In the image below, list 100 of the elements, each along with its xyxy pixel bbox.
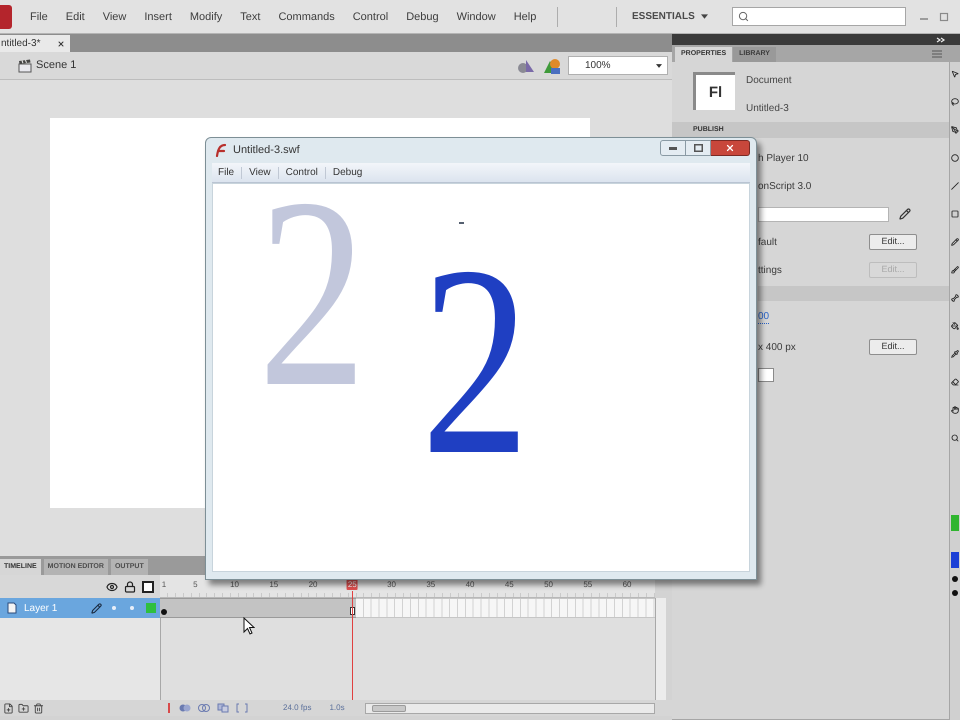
frame-number: 35 bbox=[425, 579, 436, 590]
folder-icon[interactable] bbox=[18, 702, 29, 714]
elapsed-time-label: 1.0s bbox=[329, 702, 345, 714]
digit-glyph: 2 bbox=[421, 266, 530, 456]
workspace-switcher[interactable]: ESSENTIALS bbox=[630, 6, 712, 26]
search-icon bbox=[738, 11, 749, 22]
minimize-button[interactable] bbox=[660, 140, 686, 156]
menu-item[interactable]: File bbox=[218, 165, 234, 180]
maximize-button[interactable] bbox=[686, 140, 711, 156]
digit-glyph: 2 bbox=[258, 198, 367, 388]
hot-text-value[interactable]: 00 bbox=[758, 310, 770, 324]
stacked-squares-icon[interactable] bbox=[217, 703, 229, 713]
new-layer-icon[interactable] bbox=[3, 702, 14, 714]
property-value: ttings bbox=[758, 264, 782, 278]
bone-icon[interactable] bbox=[951, 294, 959, 302]
menu-item[interactable]: Edit bbox=[66, 10, 85, 24]
shapes-icon[interactable] bbox=[517, 58, 535, 74]
file-type-label: Fl bbox=[708, 85, 722, 100]
menu-item[interactable]: View bbox=[102, 10, 126, 24]
arrow-pointer-icon[interactable] bbox=[951, 70, 959, 78]
outlined-circles-icon[interactable] bbox=[198, 703, 210, 713]
layer-color-icon[interactable] bbox=[146, 603, 156, 613]
scene-name[interactable]: Scene 1 bbox=[36, 57, 76, 74]
class-input-field[interactable] bbox=[758, 206, 890, 222]
keyframe-icon bbox=[161, 609, 167, 615]
square-icon[interactable] bbox=[951, 210, 959, 218]
shape-group-icon[interactable] bbox=[542, 56, 562, 74]
menu-item[interactable]: Modify bbox=[190, 10, 222, 24]
lock-icon[interactable] bbox=[124, 580, 136, 592]
menu-item[interactable]: Control bbox=[352, 10, 388, 24]
vertical-bar-icon[interactable] bbox=[166, 703, 172, 713]
frame-number: 60 bbox=[622, 579, 633, 590]
dot-icon[interactable] bbox=[952, 590, 958, 596]
menu-item[interactable]: File bbox=[30, 10, 48, 24]
circle-icon[interactable] bbox=[951, 154, 959, 162]
menu-item[interactable]: Debug bbox=[332, 165, 362, 180]
bracket-icon[interactable] bbox=[236, 703, 248, 713]
horizontal-scrollbar[interactable] bbox=[365, 702, 655, 714]
clapperboard-icon[interactable] bbox=[18, 58, 32, 72]
frame-number: 50 bbox=[543, 579, 554, 590]
document-name: Untitled-3 bbox=[746, 103, 790, 115]
brush-icon[interactable] bbox=[951, 266, 959, 274]
trash-icon[interactable] bbox=[33, 702, 44, 714]
pencil-icon[interactable] bbox=[951, 238, 959, 246]
app-logo-icon bbox=[0, 4, 12, 28]
frame-number: 5 bbox=[192, 579, 199, 590]
close-button[interactable] bbox=[711, 140, 750, 156]
frame-number: 10 bbox=[229, 579, 240, 590]
filled-circles-icon[interactable] bbox=[179, 703, 191, 713]
property-value: onScript 3.0 bbox=[758, 180, 812, 194]
close-icon[interactable] bbox=[57, 40, 65, 48]
magnifier-icon[interactable] bbox=[951, 434, 959, 442]
menu-item[interactable]: Insert bbox=[144, 10, 172, 24]
zoom-dropdown[interactable]: 100% bbox=[568, 56, 668, 75]
color-swatch-icon[interactable] bbox=[951, 515, 959, 531]
hand-icon[interactable] bbox=[951, 406, 959, 414]
menu-item[interactable]: View bbox=[249, 165, 271, 180]
pencil-icon bbox=[91, 602, 102, 614]
document-type-label: Document bbox=[746, 75, 792, 87]
frame-number: 1 bbox=[160, 579, 168, 590]
property-value: x 400 px bbox=[758, 340, 796, 354]
paint-bucket-icon[interactable] bbox=[951, 322, 959, 330]
outline-square-icon[interactable] bbox=[142, 580, 154, 592]
lasso-icon[interactable] bbox=[951, 98, 959, 106]
property-value: fault bbox=[758, 236, 777, 250]
mouse-cursor-icon bbox=[243, 617, 255, 635]
scrollbar-thumb[interactable] bbox=[372, 704, 406, 712]
edit-button[interactable]: Edit... bbox=[869, 339, 917, 355]
document-tab[interactable]: ntitled-3* bbox=[0, 35, 70, 52]
menu-item[interactable]: Text bbox=[240, 10, 260, 24]
menu-item[interactable]: Commands bbox=[278, 10, 335, 24]
pen-nib-icon[interactable] bbox=[951, 126, 959, 134]
dot-icon[interactable] bbox=[112, 606, 116, 610]
pencil-icon[interactable] bbox=[899, 208, 911, 220]
search-field[interactable] bbox=[732, 7, 906, 26]
menu-item[interactable]: Control bbox=[286, 165, 318, 180]
eraser-icon[interactable] bbox=[951, 378, 959, 386]
caret-icon bbox=[656, 64, 662, 68]
color-swatch-icon[interactable] bbox=[951, 552, 959, 568]
menu-item[interactable]: Debug bbox=[406, 10, 439, 24]
frame-number: 20 bbox=[308, 579, 319, 590]
eye-icon[interactable] bbox=[106, 580, 118, 592]
dot-icon[interactable] bbox=[130, 606, 134, 610]
window-title: Untitled-3.swf bbox=[233, 143, 300, 157]
edit-button[interactable]: Edit... bbox=[869, 234, 917, 250]
double-chevron-icon[interactable] bbox=[936, 36, 946, 42]
layer-icon bbox=[6, 602, 18, 614]
slash-line-icon[interactable] bbox=[951, 182, 959, 190]
frame-number: 25 bbox=[346, 579, 358, 590]
property-value: h Player 10 bbox=[758, 152, 809, 166]
menu-item[interactable]: Help bbox=[514, 10, 536, 24]
frame-rate-label[interactable]: 24.0 fps bbox=[283, 702, 312, 714]
color-swatch-icon[interactable] bbox=[758, 368, 774, 382]
frame-number: 45 bbox=[504, 579, 515, 590]
menu-item[interactable]: Window bbox=[456, 10, 496, 24]
dot-icon[interactable] bbox=[952, 576, 958, 582]
eyedropper-icon[interactable] bbox=[951, 350, 959, 358]
maximize-icon[interactable] bbox=[938, 10, 950, 22]
vertical-scrollbar[interactable] bbox=[655, 598, 666, 700]
caret-icon bbox=[701, 14, 708, 19]
